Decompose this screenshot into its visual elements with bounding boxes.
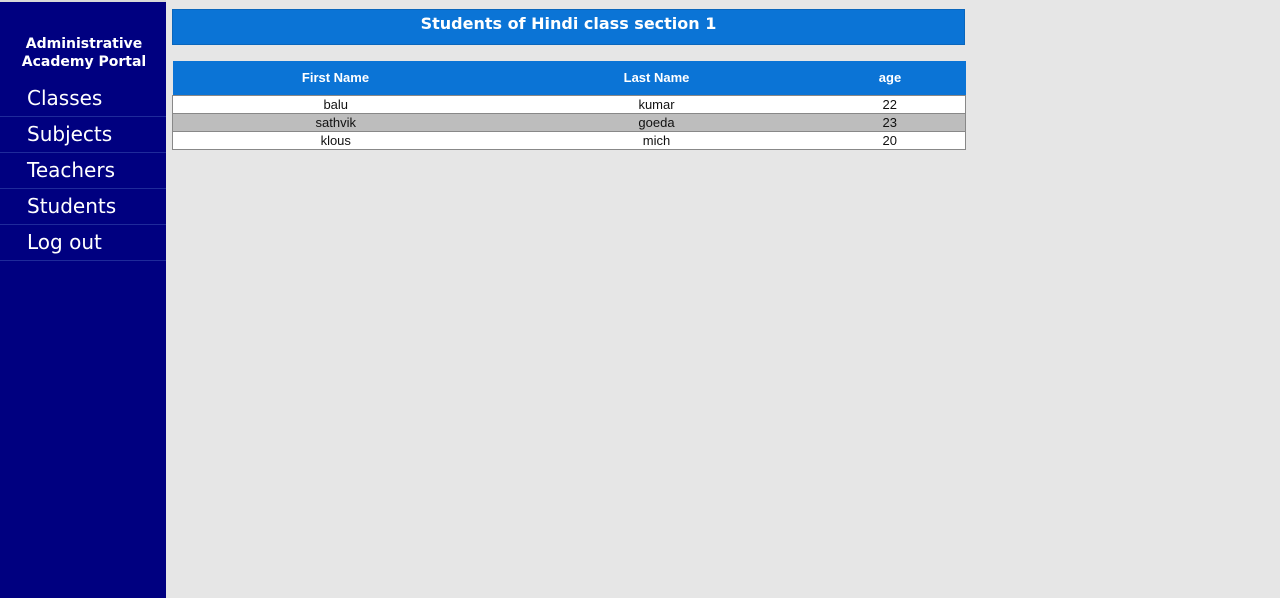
- column-header-age: age: [878, 70, 902, 86]
- cell-last-name: kumar: [498, 94, 815, 113]
- sidebar-nav: Classes Subjects Teachers Students Log o…: [0, 81, 166, 261]
- cell-age: 23: [814, 112, 966, 131]
- cell-first-name: klous: [172, 130, 499, 149]
- cell-first-name: balu: [172, 94, 499, 113]
- table-header: First Name Last Name age: [172, 61, 966, 95]
- table-header-row: First Name Last Name age: [172, 61, 966, 95]
- students-table: First Name Last Name age balu kumar 22 s…: [172, 61, 966, 150]
- sidebar-item-teachers[interactable]: Teachers: [0, 153, 166, 189]
- main-content: Students of Hindi class section 1 First …: [172, 9, 966, 150]
- column-header-last-name: Last Name: [623, 70, 690, 86]
- cell-first-name: sathvik: [172, 112, 499, 131]
- cell-last-name: mich: [498, 130, 815, 149]
- table-body: balu kumar 22 sathvik goeda 23 klous mic…: [172, 94, 966, 149]
- sidebar-item-classes[interactable]: Classes: [0, 81, 166, 117]
- cell-last-name: goeda: [498, 112, 815, 131]
- sidebar-item-students[interactable]: Students: [0, 189, 166, 225]
- sidebar-item-logout[interactable]: Log out: [0, 225, 166, 261]
- table-row: balu kumar 22: [172, 94, 966, 113]
- cell-age: 22: [814, 94, 966, 113]
- page-title: Students of Hindi class section 1: [172, 9, 965, 45]
- column-header-first-name: First Name: [301, 70, 370, 86]
- sidebar: Administrative Academy Portal Classes Su…: [0, 0, 166, 598]
- brand-line-2: Academy Portal: [21, 54, 147, 70]
- table-row: sathvik goeda 23: [172, 112, 966, 131]
- cell-age: 20: [814, 130, 966, 149]
- portal-brand: Administrative Academy Portal: [0, 35, 166, 71]
- table-row: klous mich 20: [172, 130, 966, 149]
- brand-line-1: Administrative: [25, 36, 143, 52]
- sidebar-item-subjects[interactable]: Subjects: [0, 117, 166, 153]
